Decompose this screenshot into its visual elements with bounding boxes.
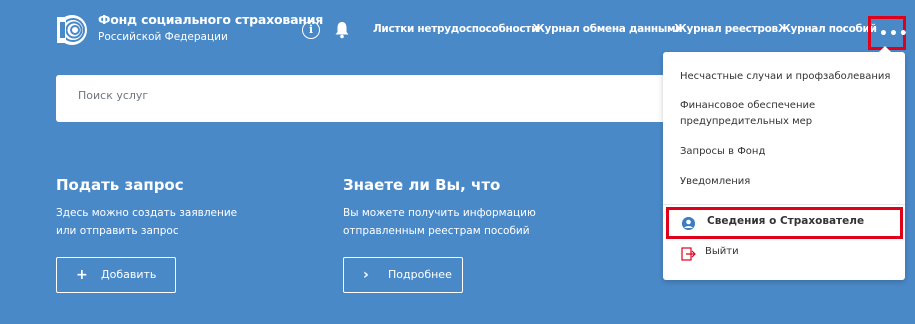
org-name: Фонд социального страхования [98,12,324,27]
search-box[interactable] [56,75,676,122]
menu-item-financial-line1[interactable]: Финансовое обеспечение [680,98,815,114]
logout-link[interactable]: Выйти [705,246,739,257]
add-button-label: Добавить [101,268,157,281]
more-info-button[interactable]: › Подробнее [343,257,463,293]
card-request-title: Подать запрос [56,176,184,194]
chevron-right-icon: › [363,267,369,283]
card-request-text: Здесь можно создать заявление или отправ… [56,207,238,237]
more-menu-button[interactable]: ••• [868,16,909,50]
menu-item-notifications[interactable]: Уведомления [680,174,750,190]
menu-item-insurer-info-label: Сведения о Страхователе [707,215,865,227]
menu-item-accidents[interactable]: Несчастные случаи и профзаболевания [680,69,890,85]
nav-data-exchange-log[interactable]: Журнал обмена данными [532,23,683,35]
more-dots-icon: ••• [879,26,909,42]
bell-icon[interactable] [334,21,350,39]
add-button[interactable]: + Добавить [56,257,176,293]
menu-item-financial-line2[interactable]: предупредительных мер [680,114,812,130]
info-icon[interactable]: i [302,21,320,39]
plus-icon: + [76,267,88,283]
nav-sick-leave[interactable]: Листки нетрудоспособности [373,23,538,35]
nav-benefits-log[interactable]: Журнал пособий [778,23,877,35]
fss-logo-icon[interactable] [56,14,88,46]
more-dropdown-menu: Несчастные случаи и профзаболевания Фина… [663,46,905,280]
top-header: Фонд социального страхования Российской … [0,0,915,60]
card-info-title: Знаете ли Вы, что [343,176,501,194]
nav-registries-log[interactable]: Журнал реестров [674,23,778,35]
menu-item-fund-requests[interactable]: Запросы в Фонд [680,144,765,160]
user-icon [682,217,695,230]
logout-icon [681,247,696,261]
more-info-button-label: Подробнее [388,268,452,281]
search-input[interactable] [78,89,638,102]
menu-item-insurer-info[interactable]: Сведения о Страхователе [666,207,903,239]
card-info-text: Вы можете получить информацию отправленн… [343,207,536,237]
org-subtitle: Российской Федерации [98,31,228,43]
menu-divider [663,204,905,205]
